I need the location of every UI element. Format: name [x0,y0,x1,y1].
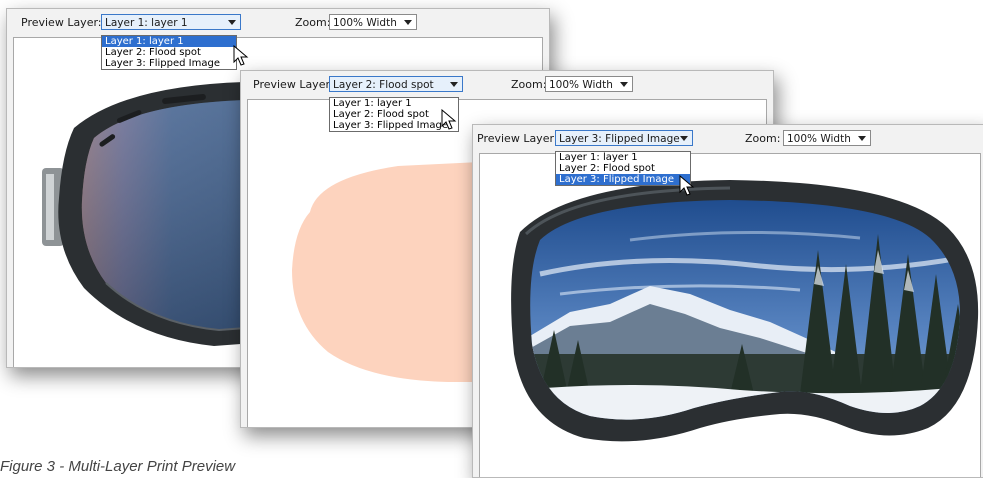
window-2-toolbar: Preview Layer: Layer 2: Flood spot Zoom:… [241,71,773,99]
zoom-label: Zoom: [745,132,781,145]
mouse-pointer-icon [679,175,695,196]
zoom-label: Zoom: [295,16,331,29]
dropdown-option-layer-3[interactable]: Layer 3: Flipped Image [102,58,236,69]
preview-canvas-layer-3 [479,153,981,477]
preview-layer-selected-value: Layer 2: Flood spot [333,79,434,91]
zoom-select[interactable]: 100% Width [545,76,633,92]
zoom-select[interactable]: 100% Width [329,14,417,30]
dropdown-option-layer-2[interactable]: Layer 2: Flood spot [330,109,458,120]
dropdown-option-layer-1[interactable]: Layer 1: layer 1 [102,36,236,47]
zoom-selected-value: 100% Width [787,133,851,145]
dropdown-option-layer-2[interactable]: Layer 2: Flood spot [556,163,690,174]
dropdown-arrow-icon [404,20,412,25]
preview-layer-select[interactable]: Layer 3: Flipped Image [555,130,693,146]
mouse-pointer-icon [441,109,457,130]
preview-layer-label: Preview Layer: [253,78,334,91]
preview-layer-label: Preview Layer: [477,132,558,145]
zoom-label: Zoom: [511,78,547,91]
dropdown-arrow-icon [858,136,866,141]
zoom-select[interactable]: 100% Width [783,130,871,146]
preview-layer-select[interactable]: Layer 1: layer 1 [101,14,241,30]
dropdown-arrow-icon [450,82,458,87]
dropdown-arrow-icon [620,82,628,87]
preview-layer-dropdown-list: Layer 1: layer 1 Layer 2: Flood spot Lay… [329,97,459,132]
zoom-selected-value: 100% Width [333,17,397,29]
mouse-pointer-icon [233,45,249,66]
figure-caption: Figure 3 - Multi-Layer Print Preview [0,458,236,475]
window-3-toolbar: Preview Layer: Layer 3: Flipped Image Zo… [473,125,983,153]
dropdown-arrow-icon [680,136,688,141]
dropdown-option-layer-1[interactable]: Layer 1: layer 1 [556,152,690,163]
preview-layer-select[interactable]: Layer 2: Flood spot [329,76,463,92]
preview-layer-dropdown-list: Layer 1: layer 1 Layer 2: Flood spot Lay… [555,151,691,186]
dropdown-option-layer-3[interactable]: Layer 3: Flipped Image [330,120,458,131]
preview-layer-selected-value: Layer 3: Flipped Image [559,133,680,145]
dropdown-option-layer-1[interactable]: Layer 1: layer 1 [330,98,458,109]
dropdown-option-layer-2[interactable]: Layer 2: Flood spot [102,47,236,58]
goggle-flipped-image [511,180,979,442]
zoom-selected-value: 100% Width [549,79,613,91]
preview-layer-selected-value: Layer 1: layer 1 [105,17,188,29]
dropdown-option-layer-3[interactable]: Layer 3: Flipped Image [556,174,690,185]
preview-layer-label: Preview Layer: [21,16,102,29]
preview-layer-dropdown-list: Layer 1: layer 1 Layer 2: Flood spot Lay… [101,35,237,70]
dropdown-arrow-icon [228,20,236,25]
preview-window-layer-3: Preview Layer: Layer 3: Flipped Image Zo… [472,124,983,478]
window-1-toolbar: Preview Layer: Layer 1: layer 1 Zoom: 10… [7,9,549,37]
